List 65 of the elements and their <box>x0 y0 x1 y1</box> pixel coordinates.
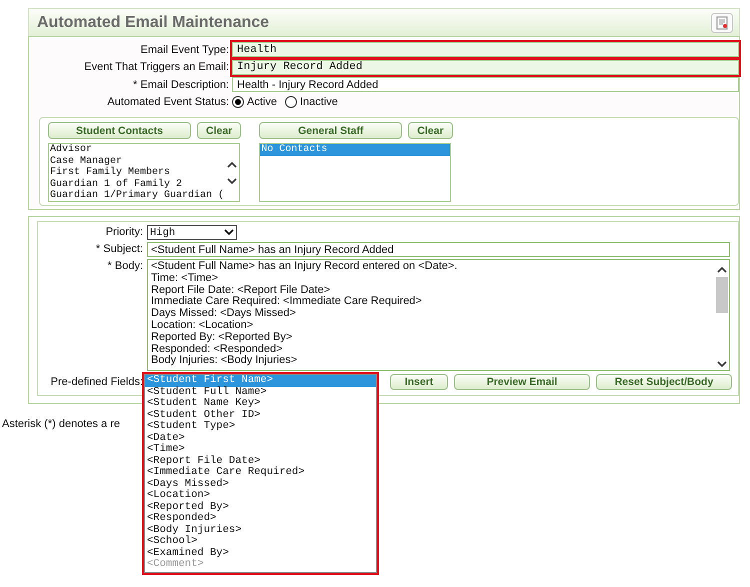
list-option[interactable]: <Student Full Name> <box>145 386 376 398</box>
contacts-button[interactable]: General Staff <box>259 122 402 139</box>
action-button[interactable]: Preview Email <box>454 374 590 390</box>
clear-button[interactable]: Clear <box>197 122 242 139</box>
body-text-line: Responded: <Responded> <box>151 344 284 355</box>
body-text-line: Location: <Location> <box>151 320 254 332</box>
list-option[interactable]: <Body Injuries> <box>145 524 376 536</box>
action-button[interactable]: Reset Subject/Body <box>596 374 732 390</box>
field-label: Pre-defined Fields: <box>50 375 144 389</box>
scroll-down-icon[interactable] <box>227 178 237 184</box>
list-option[interactable]: <Date> <box>145 432 376 444</box>
list-item[interactable]: First Family Members <box>49 167 225 178</box>
window-title: Automated Email Maintenance <box>37 14 270 32</box>
list-option[interactable]: <Time> <box>145 444 376 456</box>
body-textarea[interactable] <box>147 259 730 371</box>
radio-button[interactable] <box>284 96 297 108</box>
body-text-line: Reported By: <Reported By> <box>151 332 294 344</box>
clear-button[interactable]: Clear <box>408 122 453 139</box>
list-option[interactable]: <School> <box>145 536 376 548</box>
list-item[interactable]: Advisor <box>49 144 225 156</box>
body-text-line: Report File Date: <Report File Date> <box>151 284 332 296</box>
field-label: Event That Triggers an Email: <box>83 61 230 74</box>
priority-dropdown[interactable]: High <box>147 225 237 240</box>
caret-icon <box>224 229 234 236</box>
predefined-fields-list[interactable] <box>144 374 377 572</box>
field-label: * Email Description: <box>132 78 230 91</box>
radio-label: Inactive <box>300 96 338 108</box>
list-item[interactable]: Case Manager <box>49 156 225 167</box>
field-label: * Body: <box>106 259 144 273</box>
scroll-up-icon[interactable] <box>717 264 727 271</box>
field-label: Priority: <box>104 225 144 239</box>
list-option[interactable]: <Days Missed> <box>145 478 376 490</box>
field-label: Email Event Type: <box>140 44 230 56</box>
field-label: * Subject: <box>94 242 144 256</box>
list-option[interactable]: <Student Name Key> <box>145 398 376 410</box>
footnote-text: Asterisk (*) denotes a re <box>2 418 120 430</box>
list-option[interactable]: <Student Type> <box>145 421 376 432</box>
list-option[interactable]: <Location> <box>145 490 376 502</box>
contacts-button[interactable]: Student Contacts <box>48 122 191 139</box>
readonly-field: Health <box>232 42 739 58</box>
body-text-line: Days Missed: <Days Missed> <box>151 308 297 320</box>
subject-field[interactable]: <Student Full Name> has an Injury Record Added <box>147 242 730 257</box>
list-option[interactable]: <Reported By> <box>145 502 376 513</box>
radio-label: Active <box>247 96 277 108</box>
print-icon[interactable] <box>711 12 733 32</box>
scroll-down-icon[interactable] <box>717 359 727 366</box>
radio-button[interactable] <box>232 96 244 108</box>
scrollbar-thumb[interactable] <box>716 277 728 313</box>
body-text-line: Immediate Care Required: <Immediate Care Required> <box>151 296 423 308</box>
list-item[interactable]: Guardian 1 of Family 2 <box>49 178 225 190</box>
list-item[interactable]: Guardian 1/Primary Guardian ( <box>49 190 225 201</box>
list-option[interactable]: <Student Other ID> <box>145 410 376 421</box>
list-option[interactable]: <Immediate Care Required> <box>145 467 376 478</box>
list-option[interactable]: <Examined By> <box>145 548 376 559</box>
scroll-up-icon[interactable] <box>227 160 237 168</box>
body-text-line: <Student Full Name> has an Injury Record entered on <Date>. <box>151 261 458 273</box>
action-button[interactable]: Insert <box>390 374 448 390</box>
input-field[interactable]: Health - Injury Record Added <box>232 77 739 92</box>
list-option[interactable]: <Responded> <box>145 513 376 524</box>
readonly-field: Injury Record Added <box>232 60 739 75</box>
list-option[interactable]: <Report File Date> <box>145 456 376 467</box>
body-text-line: Body Injuries: <Body Injuries> <box>151 355 298 368</box>
field-label: Automated Event Status: <box>106 96 230 108</box>
contacts-list[interactable]: Advisor Case Manager First Family Members Guardian 1 of Family 2 Guardian 1/Primary Guardian ( <box>48 143 240 202</box>
body-text-line: Time: <Time> <box>151 272 220 285</box>
